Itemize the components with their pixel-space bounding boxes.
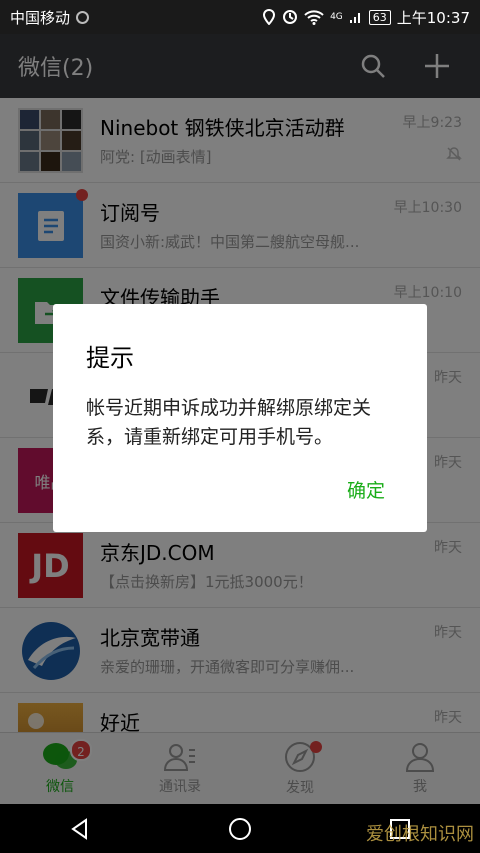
signal-icon bbox=[349, 13, 360, 23]
sync-icon bbox=[76, 10, 90, 24]
alarm-icon bbox=[283, 10, 298, 24]
wifi-icon bbox=[304, 9, 324, 25]
alert-dialog: 提示 帐号近期申诉成功并解绑原绑定关系，请重新绑定可用手机号。 确定 bbox=[53, 304, 427, 532]
network-label: 4G bbox=[330, 12, 343, 22]
dialog-title: 提示 bbox=[86, 344, 134, 372]
watermark: 爱创根知识网 bbox=[366, 824, 474, 845]
location-icon bbox=[263, 9, 276, 25]
confirm-button[interactable]: 确定 bbox=[347, 476, 385, 503]
battery-icon: 63 bbox=[368, 9, 391, 25]
clock-label: 上午10:37 bbox=[396, 8, 470, 27]
home-icon[interactable] bbox=[228, 817, 252, 841]
dialog-message: 帐号近期申诉成功并解绑原绑定关系，请重新绑定可用手机号。 bbox=[86, 397, 372, 448]
status-bar: 中国移动 4G 63 上午10:37 bbox=[0, 0, 480, 34]
carrier-label: 中国移动 bbox=[10, 8, 71, 27]
back-icon[interactable] bbox=[68, 817, 92, 841]
